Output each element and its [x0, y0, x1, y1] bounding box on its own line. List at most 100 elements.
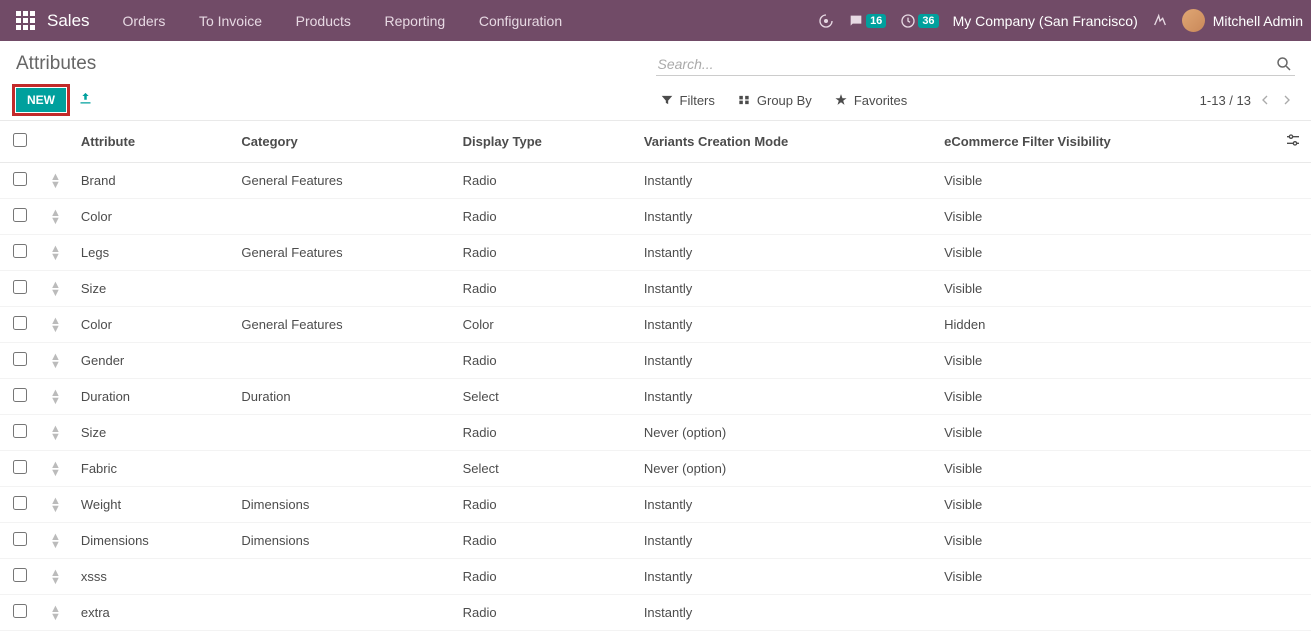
drag-handle-icon[interactable]: ▲▼: [40, 595, 71, 631]
pager-text[interactable]: 1-13 / 13: [1200, 93, 1251, 108]
col-ecom[interactable]: eCommerce Filter Visibility: [934, 121, 1275, 163]
drag-handle-icon[interactable]: ▲▼: [40, 235, 71, 271]
cell-display: Radio: [453, 199, 634, 235]
activities-icon[interactable]: 36: [900, 13, 938, 29]
row-checkbox[interactable]: [13, 316, 27, 330]
drag-handle-icon[interactable]: ▲▼: [40, 523, 71, 559]
col-display-type[interactable]: Display Type: [453, 121, 634, 163]
activities-badge: 36: [918, 14, 938, 28]
col-variants[interactable]: Variants Creation Mode: [634, 121, 934, 163]
cell-category: [231, 595, 452, 631]
row-checkbox[interactable]: [13, 172, 27, 186]
company-selector[interactable]: My Company (San Francisco): [953, 13, 1138, 29]
cell-attribute: Weight: [71, 487, 232, 523]
row-checkbox[interactable]: [13, 280, 27, 294]
cell-ecom: Visible: [934, 343, 1275, 379]
cell-variants: Instantly: [634, 163, 934, 199]
row-checkbox[interactable]: [13, 604, 27, 618]
apps-icon[interactable]: [16, 11, 35, 30]
cell-ecom: Visible: [934, 199, 1275, 235]
menu-products[interactable]: Products: [296, 13, 351, 29]
cell-ecom: Visible: [934, 559, 1275, 595]
menu-configuration[interactable]: Configuration: [479, 13, 562, 29]
cell-variants: Instantly: [634, 307, 934, 343]
table-row[interactable]: ▲▼SizeRadioNever (option)Visible: [0, 415, 1311, 451]
cell-category: [231, 559, 452, 595]
table-row[interactable]: ▲▼DurationDurationSelectInstantlyVisible: [0, 379, 1311, 415]
search-bar[interactable]: [656, 53, 1296, 76]
pager-next-icon[interactable]: [1279, 92, 1295, 108]
table-row[interactable]: ▲▼SizeRadioInstantlyVisible: [0, 271, 1311, 307]
row-checkbox[interactable]: [13, 460, 27, 474]
pager-prev-icon[interactable]: [1257, 92, 1273, 108]
drag-handle-icon[interactable]: ▲▼: [40, 307, 71, 343]
drag-handle-icon[interactable]: ▲▼: [40, 415, 71, 451]
favorites-button[interactable]: Favorites: [834, 93, 907, 108]
table-row[interactable]: ▲▼xsssRadioInstantlyVisible: [0, 559, 1311, 595]
messages-icon[interactable]: 16: [848, 13, 886, 29]
page-title: Attributes: [16, 53, 656, 75]
menu-orders[interactable]: Orders: [123, 13, 166, 29]
groupby-button[interactable]: Group By: [737, 93, 812, 108]
menu-to-invoice[interactable]: To Invoice: [199, 13, 262, 29]
header: Attributes: [0, 41, 1311, 82]
optional-fields-toggle[interactable]: [1275, 121, 1311, 163]
drag-handle-icon[interactable]: ▲▼: [40, 451, 71, 487]
table-row[interactable]: ▲▼ColorRadioInstantlyVisible: [0, 199, 1311, 235]
drag-handle-icon[interactable]: ▲▼: [40, 271, 71, 307]
row-checkbox[interactable]: [13, 352, 27, 366]
table-row[interactable]: ▲▼FabricSelectNever (option)Visible: [0, 451, 1311, 487]
search-icon[interactable]: [1275, 55, 1293, 73]
cell-category: General Features: [231, 307, 452, 343]
cell-display: Color: [453, 307, 634, 343]
cell-variants: Instantly: [634, 523, 934, 559]
cell-category: Dimensions: [231, 487, 452, 523]
table-row[interactable]: ▲▼LegsGeneral FeaturesRadioInstantlyVisi…: [0, 235, 1311, 271]
user-menu[interactable]: Mitchell Admin: [1182, 9, 1303, 32]
table-row[interactable]: ▲▼WeightDimensionsRadioInstantlyVisible: [0, 487, 1311, 523]
col-category[interactable]: Category: [231, 121, 452, 163]
drag-handle-icon[interactable]: ▲▼: [40, 343, 71, 379]
row-checkbox[interactable]: [13, 388, 27, 402]
topbar-menu: Orders To Invoice Products Reporting Con…: [108, 13, 578, 29]
cell-ecom: Visible: [934, 271, 1275, 307]
table-row[interactable]: ▲▼ColorGeneral FeaturesColorInstantlyHid…: [0, 307, 1311, 343]
drag-handle-icon[interactable]: ▲▼: [40, 379, 71, 415]
cell-variants: Instantly: [634, 595, 934, 631]
brand[interactable]: Sales: [47, 11, 90, 31]
row-checkbox[interactable]: [13, 424, 27, 438]
row-checkbox[interactable]: [13, 244, 27, 258]
search-input[interactable]: [658, 56, 1276, 72]
support-icon[interactable]: [818, 13, 834, 29]
cell-ecom: Visible: [934, 415, 1275, 451]
debug-icon[interactable]: [1152, 13, 1168, 29]
table-row[interactable]: ▲▼BrandGeneral FeaturesRadioInstantlyVis…: [0, 163, 1311, 199]
row-checkbox[interactable]: [13, 208, 27, 222]
row-checkbox[interactable]: [13, 568, 27, 582]
drag-handle-icon[interactable]: ▲▼: [40, 163, 71, 199]
drag-handle-icon[interactable]: ▲▼: [40, 559, 71, 595]
table-row[interactable]: ▲▼extraRadioInstantly: [0, 595, 1311, 631]
menu-reporting[interactable]: Reporting: [385, 13, 446, 29]
cell-display: Select: [453, 379, 634, 415]
avatar: [1182, 9, 1205, 32]
cell-category: [231, 451, 452, 487]
select-all-checkbox[interactable]: [13, 133, 27, 147]
row-checkbox[interactable]: [13, 532, 27, 546]
new-button[interactable]: NEW: [16, 88, 66, 112]
cell-category: Duration: [231, 379, 452, 415]
cell-ecom: Hidden: [934, 307, 1275, 343]
drag-handle-icon[interactable]: ▲▼: [40, 199, 71, 235]
cell-category: [231, 415, 452, 451]
control-panel: NEW Filters Group By Favorites 1-13 / 13: [0, 82, 1311, 120]
col-attribute[interactable]: Attribute: [71, 121, 232, 163]
table-header-row: Attribute Category Display Type Variants…: [0, 121, 1311, 163]
table-row[interactable]: ▲▼DimensionsDimensionsRadioInstantlyVisi…: [0, 523, 1311, 559]
cell-ecom: Visible: [934, 451, 1275, 487]
upload-icon[interactable]: [78, 91, 93, 110]
table-row[interactable]: ▲▼GenderRadioInstantlyVisible: [0, 343, 1311, 379]
cell-attribute: xsss: [71, 559, 232, 595]
row-checkbox[interactable]: [13, 496, 27, 510]
filters-button[interactable]: Filters: [660, 93, 715, 108]
drag-handle-icon[interactable]: ▲▼: [40, 487, 71, 523]
